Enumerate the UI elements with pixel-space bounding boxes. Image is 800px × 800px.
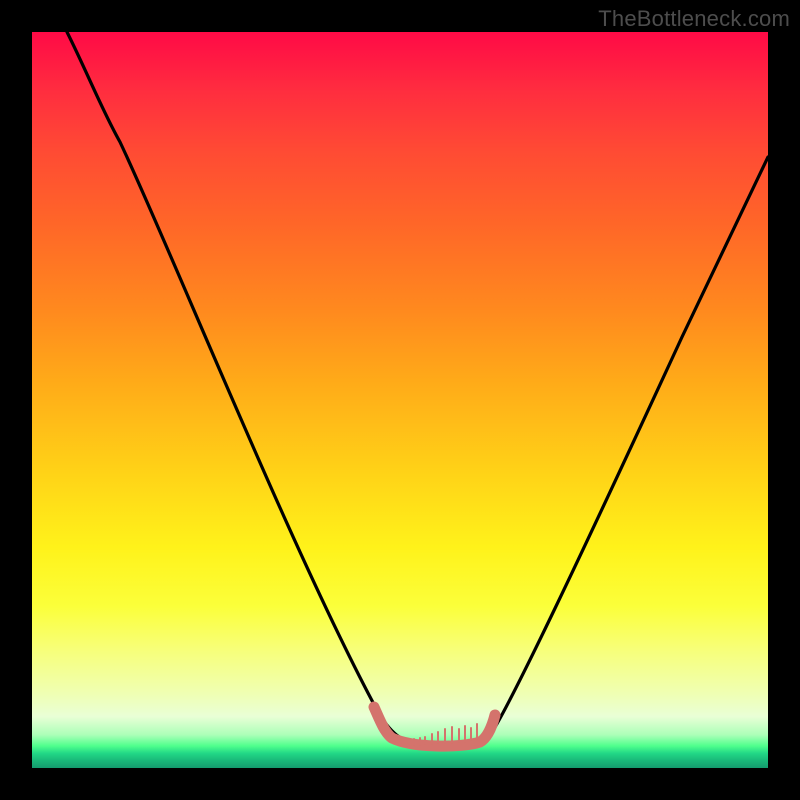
plot-area bbox=[32, 32, 768, 768]
curve-layer bbox=[32, 32, 768, 768]
chart-frame: TheBottleneck.com bbox=[0, 0, 800, 800]
bottleneck-curve bbox=[67, 32, 768, 747]
watermark-text: TheBottleneck.com bbox=[598, 6, 790, 32]
